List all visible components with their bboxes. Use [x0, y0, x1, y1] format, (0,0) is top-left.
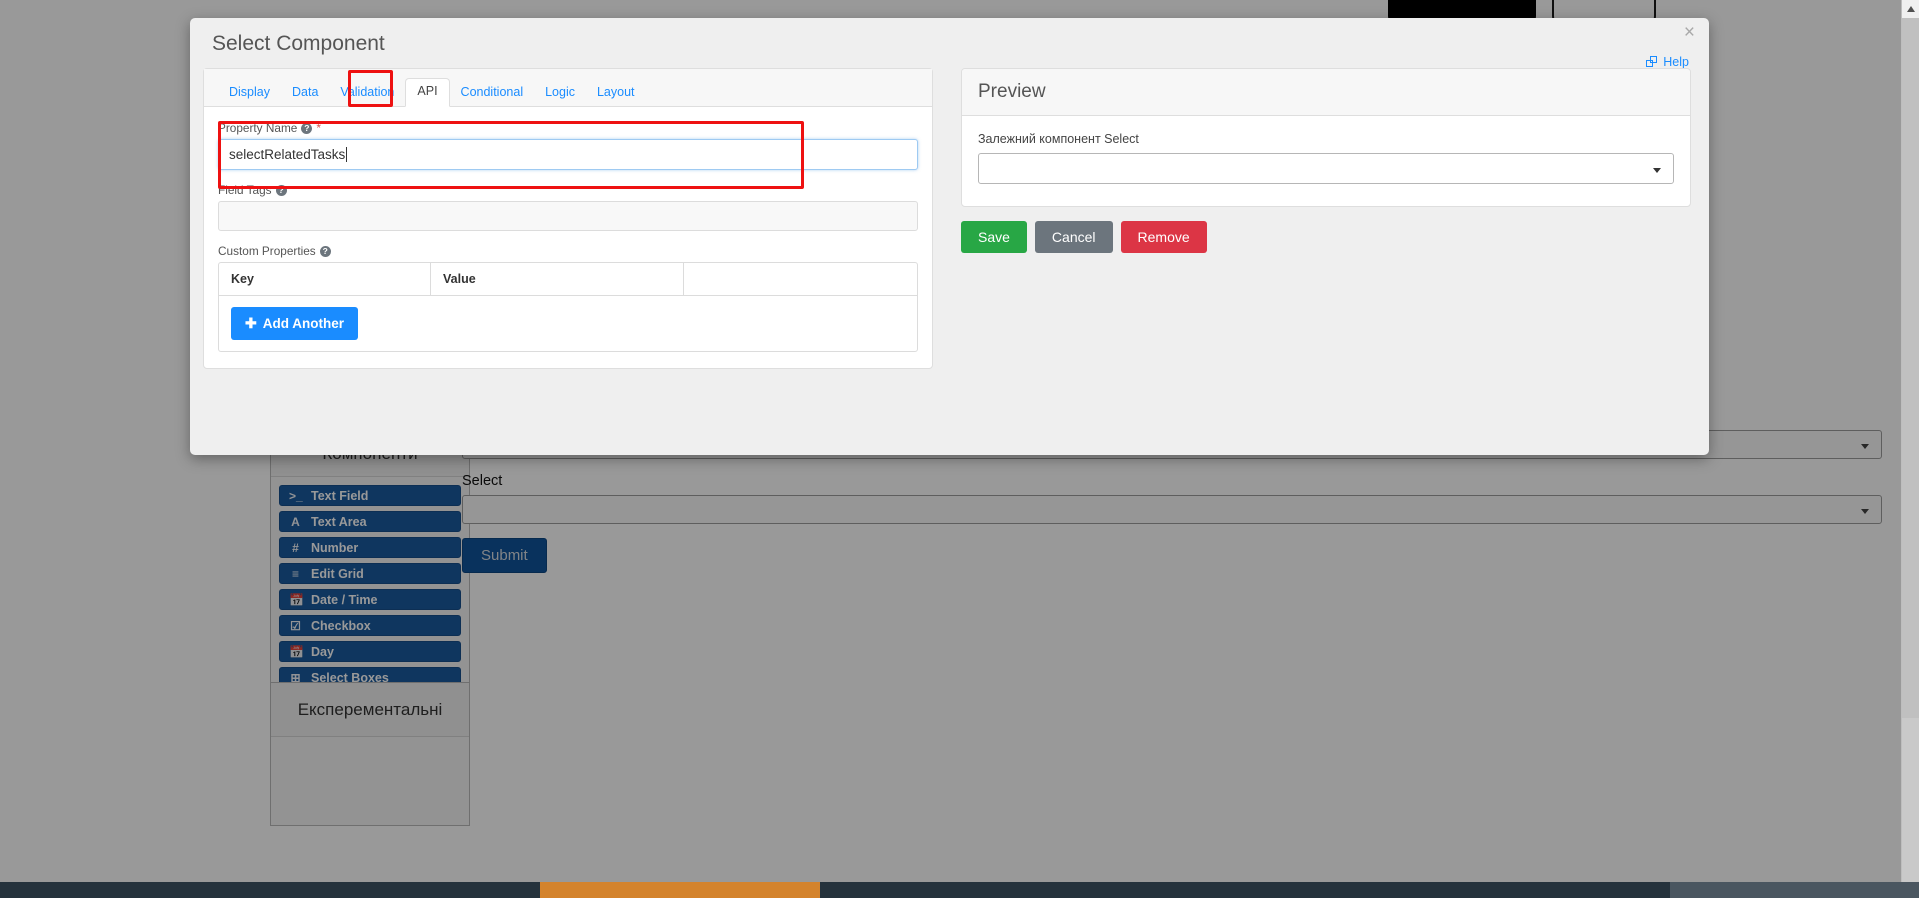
plus-icon: ✚ — [245, 315, 257, 331]
settings-tabs: Display Data Validation API Conditional … — [204, 69, 932, 107]
field-tags-input[interactable] — [218, 201, 918, 231]
field-tags-label-text: Field Tags — [218, 183, 272, 197]
page-scrollbar[interactable] — [1901, 0, 1919, 882]
scroll-up-button[interactable] — [1902, 0, 1919, 18]
custom-properties-table: Key Value ✚ Add Another — [218, 262, 918, 352]
tab-validation[interactable]: Validation — [329, 80, 405, 107]
field-tags-group: Field Tags ? — [218, 183, 918, 231]
property-name-label: Property Name ? * — [218, 121, 918, 135]
property-name-input[interactable]: selectRelatedTasks — [218, 139, 918, 170]
text-caret — [346, 147, 348, 162]
required-marker: * — [316, 121, 322, 135]
column-header-key: Key — [219, 263, 431, 295]
remove-button[interactable]: Remove — [1120, 221, 1207, 253]
close-icon[interactable]: × — [1684, 23, 1695, 42]
property-name-label-text: Property Name — [218, 121, 298, 135]
taskbar-segment — [820, 882, 1670, 898]
preview-field-label: Залежний компонент Select — [978, 132, 1139, 146]
property-name-value: selectRelatedTasks — [229, 147, 346, 162]
save-button[interactable]: Save — [961, 221, 1027, 253]
add-another-button[interactable]: ✚ Add Another — [231, 307, 358, 340]
add-another-label: Add Another — [262, 316, 344, 331]
tab-layout[interactable]: Layout — [586, 80, 646, 107]
custom-properties-label-text: Custom Properties — [218, 244, 316, 258]
preview-column: Preview Залежний компонент Select Save C… — [961, 68, 1691, 253]
preview-title: Preview — [962, 69, 1690, 116]
dialog-body: Display Data Validation API Conditional … — [190, 66, 1709, 455]
table-header-row: Key Value — [219, 263, 917, 296]
api-tab-panel: Property Name ? * selectRelatedTasks Fie… — [204, 107, 932, 368]
custom-properties-label: Custom Properties ? — [218, 244, 918, 258]
tab-conditional[interactable]: Conditional — [450, 80, 535, 107]
preview-body: Залежний компонент Select — [962, 116, 1690, 206]
question-circle-icon[interactable]: ? — [275, 184, 287, 196]
tab-data[interactable]: Data — [281, 80, 329, 107]
dialog-title: Select Component — [212, 32, 385, 55]
preview-select-input[interactable] — [978, 153, 1674, 184]
taskbar-tray — [1670, 882, 1919, 898]
tab-logic[interactable]: Logic — [534, 80, 586, 107]
taskbar-active-window[interactable] — [540, 882, 820, 898]
taskbar-segment — [0, 882, 540, 898]
cancel-button[interactable]: Cancel — [1034, 221, 1113, 253]
settings-card: Display Data Validation API Conditional … — [203, 68, 933, 369]
table-footer: ✚ Add Another — [219, 296, 917, 351]
triangle-up-icon — [1907, 6, 1915, 12]
column-header-actions — [684, 263, 917, 295]
dialog-actions: Save Cancel Remove — [961, 221, 1691, 253]
custom-properties-group: Custom Properties ? Key Value ✚ Add Anot… — [218, 244, 918, 352]
os-taskbar[interactable] — [0, 882, 1919, 898]
scrollbar-thumb[interactable] — [1902, 18, 1919, 718]
select-component-dialog: × Select Component Help Display Data Val… — [190, 18, 1709, 455]
field-tags-label: Field Tags ? — [218, 183, 918, 197]
question-circle-icon[interactable]: ? — [301, 122, 313, 134]
preview-card: Preview Залежний компонент Select — [961, 68, 1691, 207]
property-name-group: Property Name ? * selectRelatedTasks — [218, 121, 918, 170]
tab-display[interactable]: Display — [218, 80, 281, 107]
app-root: Компоненти >_ Text Field A Text Area # N… — [0, 0, 1919, 898]
tab-api[interactable]: API — [405, 78, 450, 107]
column-header-value: Value — [431, 263, 684, 295]
question-circle-icon[interactable]: ? — [319, 245, 331, 257]
